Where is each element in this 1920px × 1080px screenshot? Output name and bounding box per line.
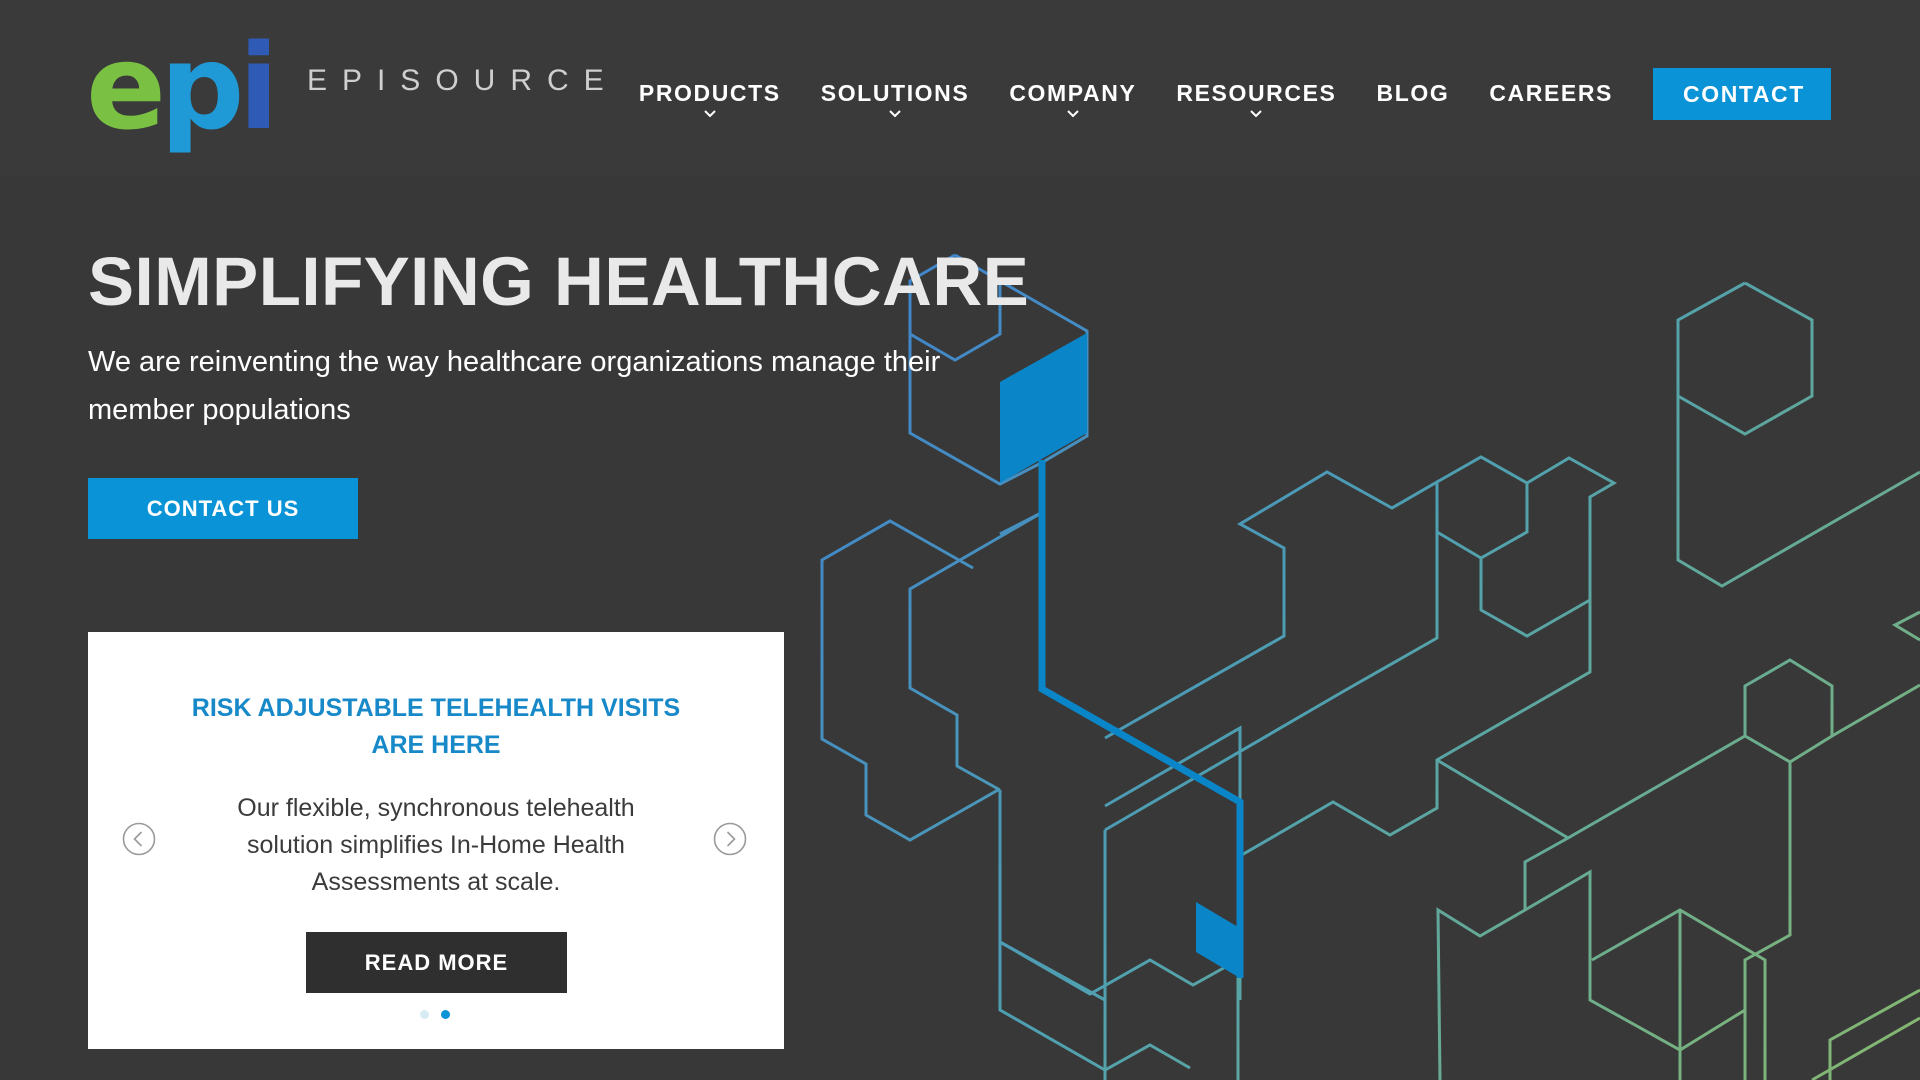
carousel-dot[interactable] [420,1010,429,1019]
logo-letter-p: p [160,18,245,156]
carousel-pagination [420,1010,462,1019]
chevron-right-icon[interactable] [713,822,747,856]
page: e p i EPISOURCE PRODUCTS SOLUTIONS COMPA… [0,0,1920,1080]
nav-item-products[interactable]: PRODUCTS [639,80,781,119]
logo-letter-e: e [86,18,166,156]
chevron-down-icon [1250,110,1263,118]
logo-letter-i: i [238,18,280,156]
main-nav: PRODUCTS SOLUTIONS COMPANY RESOURCES BLO… [599,68,1831,120]
nav-item-careers[interactable]: CAREERS [1489,80,1613,107]
nav-contact-button[interactable]: CONTACT [1653,68,1831,120]
site-header: e p i EPISOURCE PRODUCTS SOLUTIONS COMPA… [0,0,1920,176]
nav-item-label: PRODUCTS [638,80,781,106]
chevron-down-icon [1067,110,1079,118]
hero-title: SIMPLIFYING HEALTHCARE [88,243,1030,320]
nav-item-blog[interactable]: BLOG [1376,80,1449,107]
hero-subtitle: We are reinventing the way healthcare or… [88,346,941,426]
nav-item-resources[interactable]: RESOURCES [1176,80,1336,119]
chevron-down-icon [889,110,901,118]
nav-item-label: SOLUTIONS [820,80,970,106]
chevron-down-icon [704,110,716,118]
nav-item-label: RESOURCES [1176,80,1337,106]
nav-item-company[interactable]: COMPANY [1009,80,1136,119]
nav-item-label: CAREERS [1489,80,1613,106]
episource-logo[interactable]: e p i EPISOURCE [86,26,619,146]
carousel-title[interactable]: RISK ADJUSTABLE TELEHEALTH VISITS ARE HE… [188,690,684,764]
nav-item-solutions[interactable]: SOLUTIONS [821,80,970,119]
carousel-dot[interactable] [441,1010,450,1019]
carousel-text: Our flexible, synchronous telehealth sol… [237,794,635,896]
nav-item-label: COMPANY [1009,80,1137,106]
contact-us-button[interactable]: CONTACT US [88,478,358,539]
epi-logo-mark: e p i [86,18,280,156]
logo-wordmark: EPISOURCE [306,64,619,97]
chevron-left-icon[interactable] [122,822,156,856]
read-more-button[interactable]: READ MORE [306,932,567,993]
nav-item-label: BLOG [1376,80,1450,106]
news-carousel-card: RISK ADJUSTABLE TELEHEALTH VISITS ARE HE… [88,632,784,1049]
